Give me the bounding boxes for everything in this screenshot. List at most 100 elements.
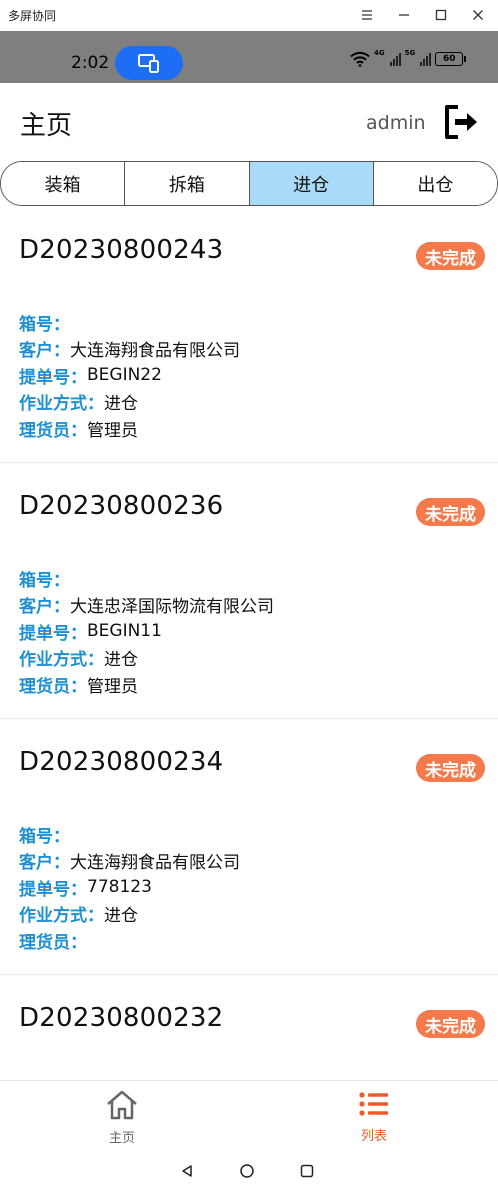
wifi-icon [350,51,370,67]
maximize-icon[interactable] [430,4,452,26]
menu-icon[interactable] [356,4,378,26]
username: admin [366,112,426,134]
signal-icon-2 [420,52,432,66]
field-row-bill: 提单号： BEGIN11 [19,618,274,645]
field-value-mode: 进仓 [104,650,138,671]
order-number: D20230800243 [19,235,224,265]
field-label-box: 箱号： [19,1078,70,1079]
field-label-bill: 提单号： [19,623,87,644]
field-row-clerk: 理货员： 管理员 [19,415,240,442]
nav-list[interactable]: 列表 [334,1089,414,1149]
page-title: 主页 [20,111,73,141]
tab-3[interactable]: 出仓 [373,162,497,205]
nav-list-label: 列表 [360,1129,387,1144]
app-root: 多屏协同 2:02 4G 5G 60 主页 admin 装箱 拆箱 进仓 出仓 … [0,0,498,1189]
record-card[interactable]: D20230800243 未完成 箱号： 客户： 大连海翔食品有限公司 提单号： BEGIN… [0,207,498,463]
signal-icon [389,52,401,66]
field-value-mode: 进仓 [104,394,138,415]
logout-icon [445,105,477,139]
tab-1[interactable]: 拆箱 [125,162,250,205]
record-card[interactable]: D20230800232 未完成箱号：客户：提单号：作业方式：理货员： [0,975,498,1079]
minimize-icon[interactable] [393,4,415,26]
battery-level: 60 [442,54,456,64]
field-label-clerk: 理货员： [19,932,87,953]
field-row-mode: 作业方式： 进仓 [19,389,240,416]
window-titlebar: 多屏协同 [0,0,498,31]
field-row-box: 箱号： [19,565,274,592]
field-label-box: 箱号： [19,826,70,847]
field-row-box: 箱号： [19,1077,104,1079]
recents-icon[interactable] [297,1161,317,1181]
home-icon [107,1090,137,1120]
status-badge: 未完成 [416,498,485,526]
field-row-mode: 作业方式： 进仓 [19,901,240,928]
order-number: D20230800232 [19,1003,224,1033]
network-5g-label: 5G [404,49,416,57]
field-row-box: 箱号： [19,821,240,848]
system-nav-bar [0,1154,498,1189]
app-header: 主页 admin [0,83,498,161]
field-label-customer: 客户： [19,341,70,362]
status-badge: 未完成 [416,242,485,270]
field-value-bill: BEGIN22 [87,365,162,386]
status-bar: 2:02 4G 5G 60 [0,31,498,83]
field-value-mode: 进仓 [104,906,138,927]
close-icon[interactable] [467,4,489,26]
field-row-clerk: 理货员： 管理员 [19,671,274,698]
field-row-bill: 提单号： BEGIN22 [19,362,240,389]
field-row-mode: 作业方式： 进仓 [19,645,274,672]
field-label-mode: 作业方式： [19,394,104,415]
status-icons: 4G 5G 60 [350,49,467,69]
network-4g-label: 4G [374,49,385,57]
tab-0[interactable]: 装箱 [1,162,126,205]
field-value-clerk: 管理员 [87,676,138,697]
field-label-box: 箱号： [19,314,70,335]
field-value-bill: BEGIN11 [87,621,162,642]
field-row-bill: 提单号： 778123 [19,874,240,901]
field-value-customer: 大连海翔食品有限公司 [70,341,240,362]
field-row-customer: 客户： 大连海翔食品有限公司 [19,848,240,875]
field-row-customer: 客户： 大连海翔食品有限公司 [19,336,240,363]
field-label-mode: 作业方式： [19,906,104,927]
record-fields: 箱号： 客户： 大连海翔食品有限公司 提单号： BEGIN22 作业方式： 进仓 理货员： 管理… [19,309,240,442]
field-label-mode: 作业方式： [19,650,104,671]
record-fields: 箱号： 客户： 大连忠泽国际物流有限公司 提单号： BEGIN11 作业方式： 进仓 理货员：… [19,565,274,698]
tab-2[interactable]: 进仓 [249,162,374,205]
multi-screen-icon [138,54,159,73]
field-label-bill: 提单号： [19,367,87,388]
status-badge: 未完成 [416,754,485,782]
record-card[interactable]: D20230800234 未完成 箱号： 客户： 大连海翔食品有限公司 提单号： 77812… [0,719,498,975]
field-row-box: 箱号： [19,309,240,336]
status-time: 2:02 [71,53,110,73]
record-fields: 箱号：客户：提单号：作业方式：理货员： [19,1077,104,1079]
record-card[interactable]: D20230800236 未完成 箱号： 客户： 大连忠泽国际物流有限公司 提单号： BEG… [0,463,498,719]
bottom-nav: 主页 列表 [0,1080,498,1154]
multi-screen-pill[interactable] [115,46,183,80]
field-label-customer: 客户： [19,597,70,618]
back-icon[interactable] [177,1161,197,1181]
field-value-customer: 大连忠泽国际物流有限公司 [70,597,274,618]
order-number: D20230800236 [19,491,224,521]
field-row-clerk: 理货员： [19,927,240,954]
field-row-customer: 客户： 大连忠泽国际物流有限公司 [19,592,274,619]
field-value-clerk: 管理员 [87,420,138,441]
field-label-clerk: 理货员： [19,676,87,697]
record-fields: 箱号： 客户： 大连海翔食品有限公司 提单号： 778123 作业方式： 进仓 理货员： [19,821,240,954]
order-number: D20230800234 [19,747,224,777]
nav-home[interactable]: 主页 [82,1089,162,1149]
field-label-box: 箱号： [19,570,70,591]
field-value-bill: 778123 [87,877,152,898]
logout-button[interactable] [441,103,479,141]
status-badge: 未完成 [416,1010,485,1038]
field-label-customer: 客户： [19,853,70,874]
field-label-clerk: 理货员： [19,420,87,441]
list-icon [359,1092,388,1116]
field-label-bill: 提单号： [19,879,87,900]
category-tabs: 装箱 拆箱 进仓 出仓 [0,161,498,206]
record-list: D20230800243 未完成 箱号： 客户： 大连海翔食品有限公司 提单号： BEGIN… [0,207,498,1079]
battery-icon: 60 [435,52,467,66]
home-key-icon[interactable] [237,1161,257,1181]
nav-home-label: 主页 [108,1131,135,1146]
field-value-customer: 大连海翔食品有限公司 [70,853,240,874]
window-title: 多屏协同 [8,9,57,23]
